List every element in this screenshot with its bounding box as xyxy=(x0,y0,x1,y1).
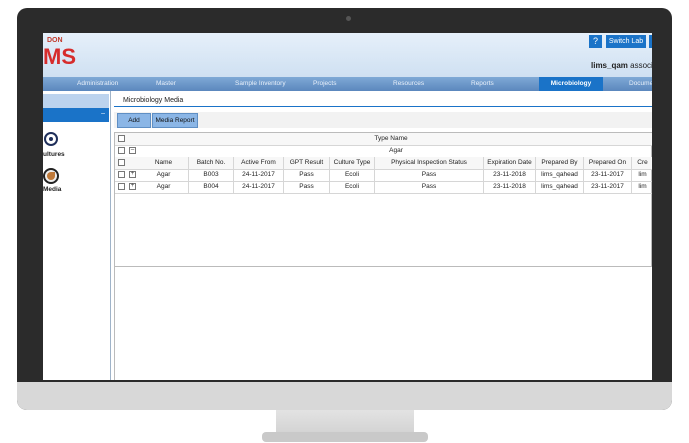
col-name[interactable]: Name xyxy=(139,157,189,169)
help-button[interactable]: ? xyxy=(589,35,602,48)
col-expiration-date[interactable]: Expiration Date xyxy=(484,157,536,169)
cell-expiration-date: 23-11-2018 xyxy=(484,169,536,181)
group-value: Agar xyxy=(389,147,403,154)
nav-master[interactable]: Master xyxy=(156,77,176,91)
cell-prepared-by: lims_qahead xyxy=(536,181,584,193)
sidebar-item-media[interactable]: Media xyxy=(43,186,61,193)
media-grid: Type Name – Agar Name Batch No. Active F… xyxy=(114,132,652,267)
collapse-icon[interactable]: – xyxy=(101,110,105,117)
cell-created: lim xyxy=(638,183,647,190)
nav-resources[interactable]: Resources xyxy=(393,77,424,91)
header-extra-button[interactable] xyxy=(649,35,652,48)
nav-projects[interactable]: Projects xyxy=(313,77,336,91)
cell-prepared-on: 23-11-2017 xyxy=(584,169,632,181)
page-tab: Microbiology Media xyxy=(114,96,652,107)
cell-active-from: 24-11-2017 xyxy=(234,181,284,193)
cell-batch-no: B004 xyxy=(189,181,234,193)
table-row[interactable]: + Agar B004 24-11-2017 Pass Ecoli Pass 2… xyxy=(115,181,652,194)
logo-text-small: DON xyxy=(47,37,63,44)
sidebar-section[interactable]: – xyxy=(43,108,109,122)
cell-physical-inspection-status: Pass xyxy=(375,169,484,181)
cell-gpt-result: Pass xyxy=(284,181,330,193)
cell-culture-type: Ecoli xyxy=(330,169,375,181)
cell-prepared-on: 23-11-2017 xyxy=(584,181,632,193)
monitor-chin xyxy=(17,382,672,410)
cell-gpt-result: Pass xyxy=(284,169,330,181)
toolbar: Add Media Report xyxy=(114,112,652,128)
col-physical-inspection-status[interactable]: Physical Inspection Status xyxy=(375,157,484,169)
monitor-base xyxy=(262,432,428,442)
content-lower-area xyxy=(114,267,652,380)
col-gpt-result[interactable]: GPT Result xyxy=(284,157,330,169)
nav-sample-inventory[interactable]: Sample Inventory xyxy=(235,77,286,91)
nav-microbiology[interactable]: Microbiology xyxy=(539,77,603,91)
cultures-icon[interactable] xyxy=(44,132,58,146)
cell-created: lim xyxy=(638,171,647,178)
collapse-group-icon[interactable]: – xyxy=(129,147,136,154)
col-created[interactable]: Cre xyxy=(632,157,652,169)
col-culture-type[interactable]: Culture Type xyxy=(330,157,375,169)
user-label: lims_qam associate xyxy=(591,61,652,70)
main-nav: Administration Master Sample Inventory P… xyxy=(43,77,652,91)
add-button[interactable]: Add xyxy=(117,113,151,128)
cell-name: Agar xyxy=(139,181,189,193)
cell-prepared-by: lims_qahead xyxy=(536,169,584,181)
col-prepared-by[interactable]: Prepared By xyxy=(536,157,584,169)
nav-documents[interactable]: Docume xyxy=(629,77,652,91)
app-logo: MS xyxy=(43,44,76,69)
nav-administration[interactable]: Administration xyxy=(77,77,118,91)
group-checkbox[interactable] xyxy=(118,147,125,154)
sidebar: – ultures Media xyxy=(43,91,111,380)
sidebar-header xyxy=(43,94,109,108)
expand-row-icon[interactable]: + xyxy=(129,171,136,178)
cell-batch-no: B003 xyxy=(189,169,234,181)
main-content: Microbiology Media Add Media Report Type… xyxy=(114,96,652,380)
nav-reports[interactable]: Reports xyxy=(471,77,494,91)
header-checkbox[interactable] xyxy=(118,159,125,166)
expand-row-icon[interactable]: + xyxy=(129,183,136,190)
media-report-button[interactable]: Media Report xyxy=(152,113,198,128)
col-active-from[interactable]: Active From xyxy=(234,157,284,169)
cell-expiration-date: 23-11-2018 xyxy=(484,181,536,193)
sidebar-item-cultures[interactable]: ultures xyxy=(43,151,65,158)
cell-physical-inspection-status: Pass xyxy=(375,181,484,193)
cell-name: Agar xyxy=(139,169,189,181)
app-screen: DON MS ? Switch Lab lims_qam associate A… xyxy=(43,33,652,380)
camera-icon xyxy=(346,16,351,21)
col-prepared-on[interactable]: Prepared On xyxy=(584,157,632,169)
switch-lab-button[interactable]: Switch Lab xyxy=(606,35,646,48)
select-all-checkbox[interactable] xyxy=(118,135,125,142)
cell-active-from: 24-11-2017 xyxy=(234,169,284,181)
page-title: Microbiology Media xyxy=(123,97,184,104)
row-checkbox[interactable] xyxy=(118,171,125,178)
cell-culture-type: Ecoli xyxy=(330,181,375,193)
group-header-label: Type Name xyxy=(374,135,408,142)
col-batch-no[interactable]: Batch No. xyxy=(189,157,234,169)
media-icon[interactable] xyxy=(43,168,59,184)
row-checkbox[interactable] xyxy=(118,183,125,190)
app-header: DON MS ? Switch Lab lims_qam associate xyxy=(43,33,652,77)
